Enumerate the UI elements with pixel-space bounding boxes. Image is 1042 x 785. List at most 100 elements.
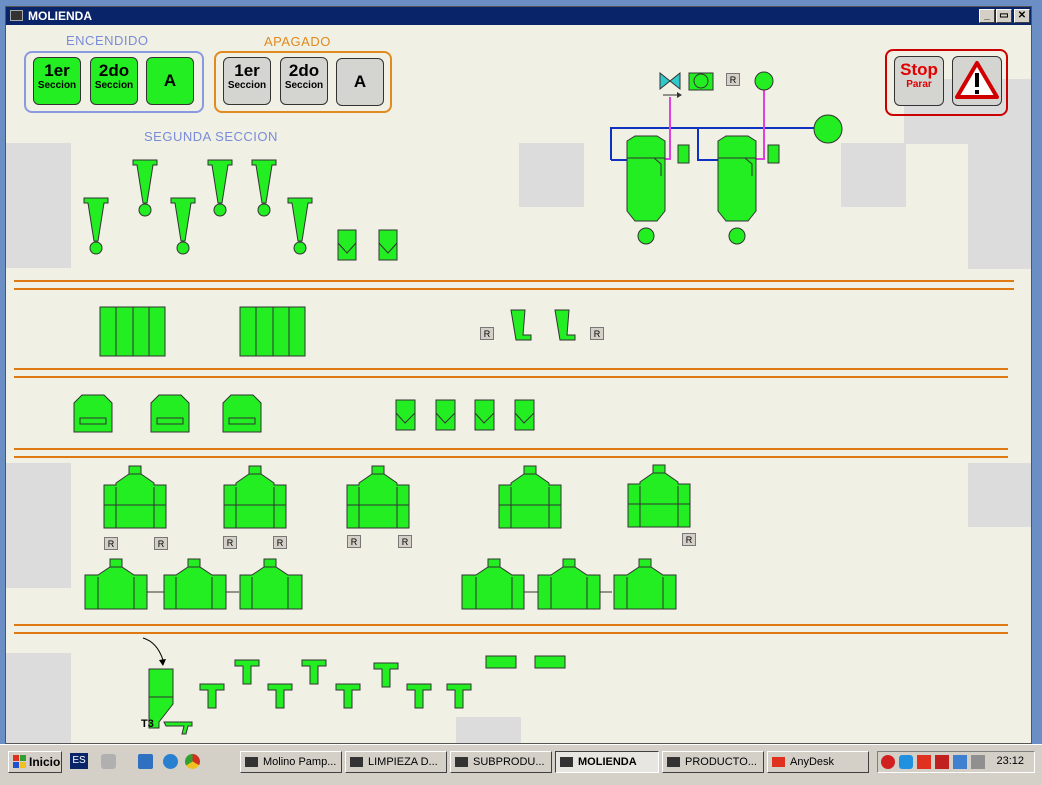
hopper-2 [554,309,576,341]
apagado-2do-seccion-button[interactable]: 2do Seccion [280,57,328,105]
t-piece-8 [446,683,472,709]
main-fan [813,114,843,144]
apagado-1er-seccion-button[interactable]: 1er Seccion [223,57,271,105]
purifier-2 [150,394,190,433]
encendido-1er-seccion-button[interactable]: 1er Seccion [33,57,81,105]
reset-button-mill-3a[interactable]: R [347,535,361,548]
filter-m-4 [435,399,456,431]
cyclone-4 [83,197,109,255]
dust-filter-1 [626,135,666,245]
reset-button-mill-3b[interactable]: R [398,535,412,548]
molienda-window: MOLIENDA _ ▭ ✕ ENCENDIDO 1er Seccion 2do… [5,6,1032,744]
cyclone-6 [287,197,313,255]
warning-triangle-icon [955,61,999,99]
roller-mill-8 [239,558,303,610]
cyclone-1 [132,159,158,217]
t-piece-3 [267,683,293,709]
apagado-a-button[interactable]: A [336,58,384,106]
task-subproductos[interactable]: SUBPRODU... [450,751,552,773]
network-drive-icon[interactable] [101,754,116,769]
filter-m-6 [514,399,535,431]
taskbar: Inicio ES Molino Pamp... LIMPIEZA D... S… [0,744,1042,785]
minimize-button[interactable]: _ [979,9,995,23]
t-piece-5 [335,683,361,709]
tray-network-icon[interactable] [953,755,967,769]
silo-t3 [148,668,193,735]
filter-valve-1 [677,144,690,164]
filter-m-1 [337,229,357,261]
reset-button-mill-1b[interactable]: R [154,537,168,550]
t-piece-6 [373,662,399,688]
roller-mill-10 [537,558,601,610]
roller-mill-6 [84,558,148,610]
apagado-label: APAGADO [264,34,331,49]
filter-m-5 [474,399,495,431]
app-icon [10,10,23,21]
filter-m-3 [395,399,416,431]
t-piece-2 [234,659,260,685]
tray-volume-icon[interactable] [971,755,985,769]
cyclone-2 [207,159,233,217]
reset-button-mill-1a[interactable]: R [104,537,118,550]
close-button[interactable]: ✕ [1014,9,1030,23]
filter-valve-2 [767,144,780,164]
roller-mill-5 [627,464,691,528]
tray-skype-icon[interactable] [899,755,913,769]
clock[interactable]: 23:12 [996,755,1024,767]
roller-mill-7 [163,558,227,610]
roller-mill-2 [223,465,287,529]
start-label: Inicio [29,755,61,769]
t-piece-1 [199,683,225,709]
t-piece-4 [301,659,327,685]
window-title: MOLIENDA [28,9,92,23]
reset-button-mill-2b[interactable]: R [273,536,287,549]
process-canvas: ENCENDIDO 1er Seccion 2do Seccion A APAGAD… [6,25,1031,743]
reset-button-hopper-2[interactable]: R [590,327,604,340]
task-molienda[interactable]: MOLIENDA [555,751,659,773]
roller-mill-1 [103,465,167,529]
system-tray: 23:12 [877,751,1035,773]
segunda-seccion-title: SEGUNDA SECCION [144,129,278,144]
alarm-button[interactable] [952,56,1002,106]
maximize-button[interactable]: ▭ [996,9,1012,23]
roller-mill-3 [346,465,410,529]
purifier-1 [73,394,113,433]
stop-button[interactable]: Stop Parar [894,56,944,106]
t3-arrow [142,637,164,661]
t3-label: T3 [141,718,154,730]
reset-button-hopper-1[interactable]: R [480,327,494,340]
roller-mill-11 [613,558,677,610]
purifier-3 [222,394,262,433]
windows-logo-icon [13,755,26,768]
internet-explorer-icon[interactable] [163,754,178,769]
encendido-a-button[interactable]: A [146,57,194,105]
plansifter-2 [239,306,306,357]
cyclone-5 [170,197,196,255]
chrome-icon[interactable] [185,754,200,769]
reset-button-blower[interactable]: R [726,73,740,86]
plansifter-1 [99,306,166,357]
task-productos[interactable]: PRODUCTO... [662,751,764,773]
language-indicator[interactable]: ES [70,753,88,769]
conveyor-2 [534,655,566,669]
tray-antivirus-icon[interactable] [881,755,895,769]
roller-mill-4 [498,465,562,529]
tray-anydesk-icon[interactable] [917,755,931,769]
reset-button-mill-5[interactable]: R [682,533,696,546]
start-button[interactable]: Inicio [8,751,62,773]
reset-button-mill-2a[interactable]: R [223,536,237,549]
tray-network-disabled-icon[interactable] [935,755,949,769]
t-piece-7 [406,683,432,709]
title-bar[interactable]: MOLIENDA _ ▭ ✕ [6,7,1031,25]
task-limpieza[interactable]: LIMPIEZA D... [345,751,447,773]
show-desktop-icon[interactable] [138,754,153,769]
task-molino-pamp[interactable]: Molino Pamp... [240,751,342,773]
roller-mill-9 [461,558,525,610]
conveyor-1 [485,655,517,669]
encendido-2do-seccion-button[interactable]: 2do Seccion [90,57,138,105]
cyclone-3 [251,159,277,217]
task-anydesk[interactable]: AnyDesk [767,751,869,773]
dust-filter-2 [717,135,757,245]
filter-m-2 [378,229,398,261]
valve-icon [659,71,681,91]
